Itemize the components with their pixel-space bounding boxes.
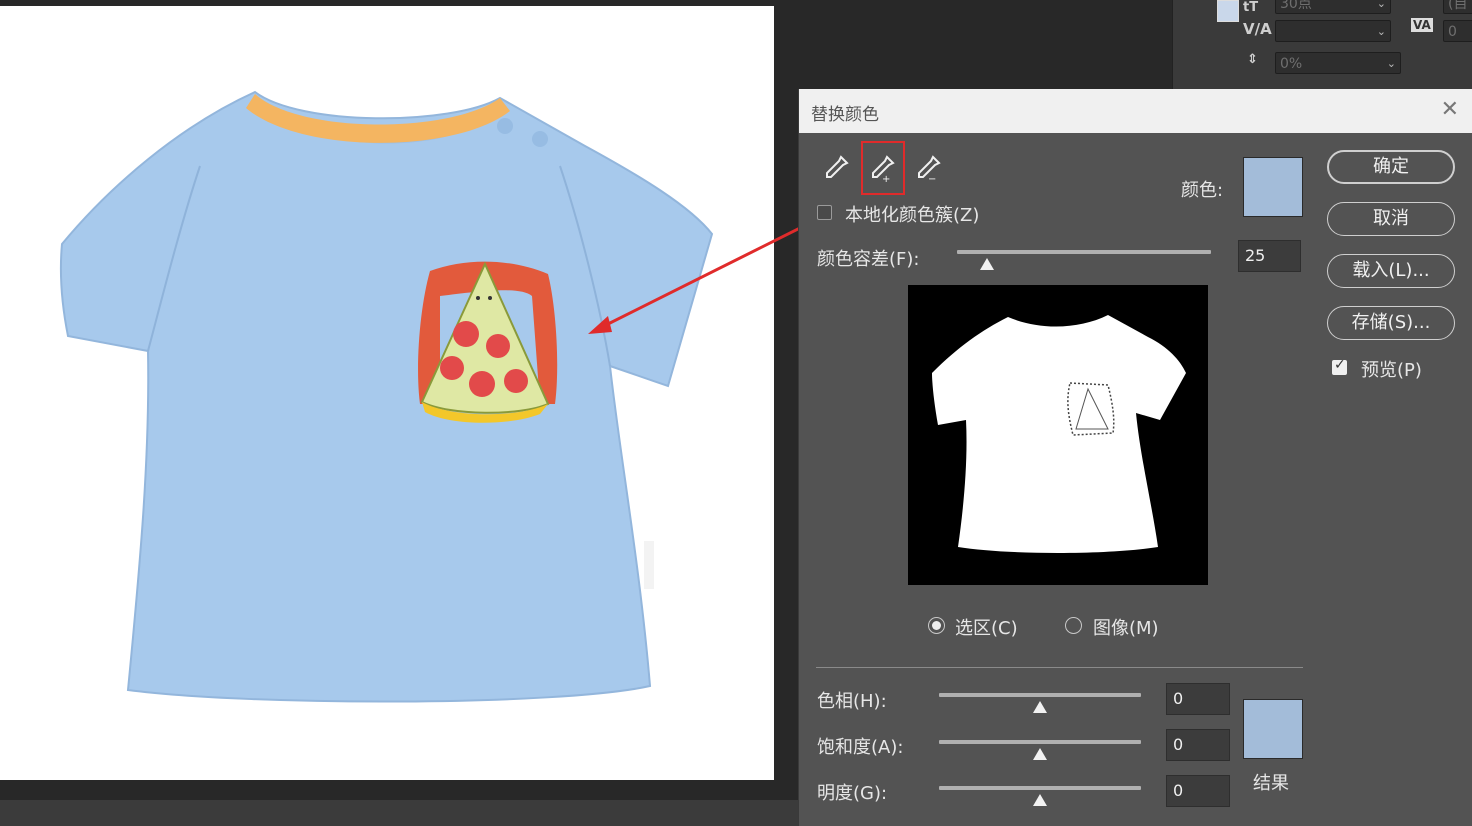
localized-clusters-checkbox[interactable] bbox=[817, 205, 832, 220]
fuzziness-slider-thumb[interactable] bbox=[980, 258, 995, 270]
fuzziness-label: 颜色容差(F): bbox=[817, 249, 920, 270]
selection-radio[interactable] bbox=[928, 617, 945, 634]
fuzziness-input[interactable]: 25 bbox=[1238, 240, 1301, 272]
image-radio[interactable] bbox=[1065, 617, 1082, 634]
lightness-label: 明度(G): bbox=[817, 783, 888, 804]
image-radio-label: 图像(M) bbox=[1093, 618, 1159, 639]
tracking-field[interactable]: ⌄ bbox=[1275, 20, 1391, 42]
preview-mask-image bbox=[932, 315, 1186, 553]
character-panel: tT 30点 ⌄ V/A ⌄ VA 0 ⇕ 0% ⌄ (自 bbox=[1172, 0, 1472, 90]
status-bar bbox=[0, 800, 800, 826]
mask-shirt bbox=[932, 315, 1186, 553]
hue-input[interactable]: 0 bbox=[1166, 683, 1230, 715]
lightness-slider[interactable] bbox=[939, 786, 1141, 790]
load-button[interactable]: 载入(L)... bbox=[1327, 254, 1455, 288]
localized-clusters-label: 本地化颜色簇(Z) bbox=[845, 205, 980, 226]
selection-preview[interactable] bbox=[908, 285, 1208, 585]
tool-highlight-box bbox=[861, 141, 905, 195]
kerning-field[interactable]: 0 bbox=[1443, 20, 1472, 42]
dialog-title: 替换颜色 bbox=[811, 105, 879, 125]
saturation-slider-thumb[interactable] bbox=[1033, 748, 1047, 760]
kerning-icon: VA bbox=[1411, 18, 1433, 32]
font-size-icon: tT bbox=[1243, 0, 1259, 15]
color-chip[interactable] bbox=[1217, 0, 1239, 22]
section-divider bbox=[816, 667, 1303, 668]
lightness-slider-thumb[interactable] bbox=[1033, 794, 1047, 806]
top-right-value: (自 bbox=[1448, 0, 1468, 12]
saturation-input[interactable]: 0 bbox=[1166, 729, 1230, 761]
selection-radio-label: 选区(C) bbox=[955, 618, 1018, 639]
preview-checkbox[interactable] bbox=[1332, 357, 1347, 375]
font-size-field[interactable]: 30点 ⌄ bbox=[1275, 0, 1391, 14]
lightness-input[interactable]: 0 bbox=[1166, 775, 1230, 807]
saturation-slider[interactable] bbox=[939, 740, 1141, 744]
scale-icon: ⇕ bbox=[1247, 52, 1258, 67]
result-color-swatch[interactable] bbox=[1243, 699, 1303, 759]
top-right-field[interactable]: (自 bbox=[1443, 0, 1472, 14]
ok-button[interactable]: 确定 bbox=[1327, 150, 1455, 184]
replace-color-dialog: 替换颜色 ✕ + − 本地化颜色簇(Z) 颜色: 颜色容差(F): 25 选区(… bbox=[798, 89, 1472, 826]
saturation-label: 饱和度(A): bbox=[817, 737, 904, 758]
eyedropper-minus-icon[interactable]: − bbox=[913, 153, 943, 183]
color-label: 颜色: bbox=[1181, 180, 1224, 201]
svg-text:−: − bbox=[928, 174, 936, 183]
close-icon[interactable]: ✕ bbox=[1441, 97, 1459, 122]
save-button[interactable]: 存储(S)... bbox=[1327, 306, 1455, 340]
hue-label: 色相(H): bbox=[817, 691, 887, 712]
preview-label: 预览(P) bbox=[1361, 360, 1422, 381]
dialog-title-bar: 替换颜色 ✕ bbox=[799, 89, 1472, 133]
eyedropper-icon[interactable] bbox=[821, 153, 851, 183]
selected-color-swatch[interactable] bbox=[1243, 157, 1303, 217]
result-label: 结果 bbox=[1253, 773, 1289, 794]
cancel-button[interactable]: 取消 bbox=[1327, 202, 1455, 236]
fuzziness-slider[interactable] bbox=[957, 250, 1211, 254]
annotation-arrow-head bbox=[588, 316, 612, 334]
chevron-down-icon: ⌄ bbox=[1386, 57, 1396, 70]
chevron-down-icon: ⌄ bbox=[1376, 25, 1386, 38]
font-size-value: 30点 bbox=[1280, 0, 1312, 12]
tracking-icon: V/A bbox=[1243, 20, 1272, 38]
scale-field[interactable]: 0% ⌄ bbox=[1275, 52, 1401, 74]
hue-slider-thumb[interactable] bbox=[1033, 701, 1047, 713]
hue-slider[interactable] bbox=[939, 693, 1141, 697]
kerning-value: 0 bbox=[1448, 24, 1457, 40]
scale-value: 0% bbox=[1280, 56, 1303, 72]
chevron-down-icon: ⌄ bbox=[1376, 0, 1386, 10]
